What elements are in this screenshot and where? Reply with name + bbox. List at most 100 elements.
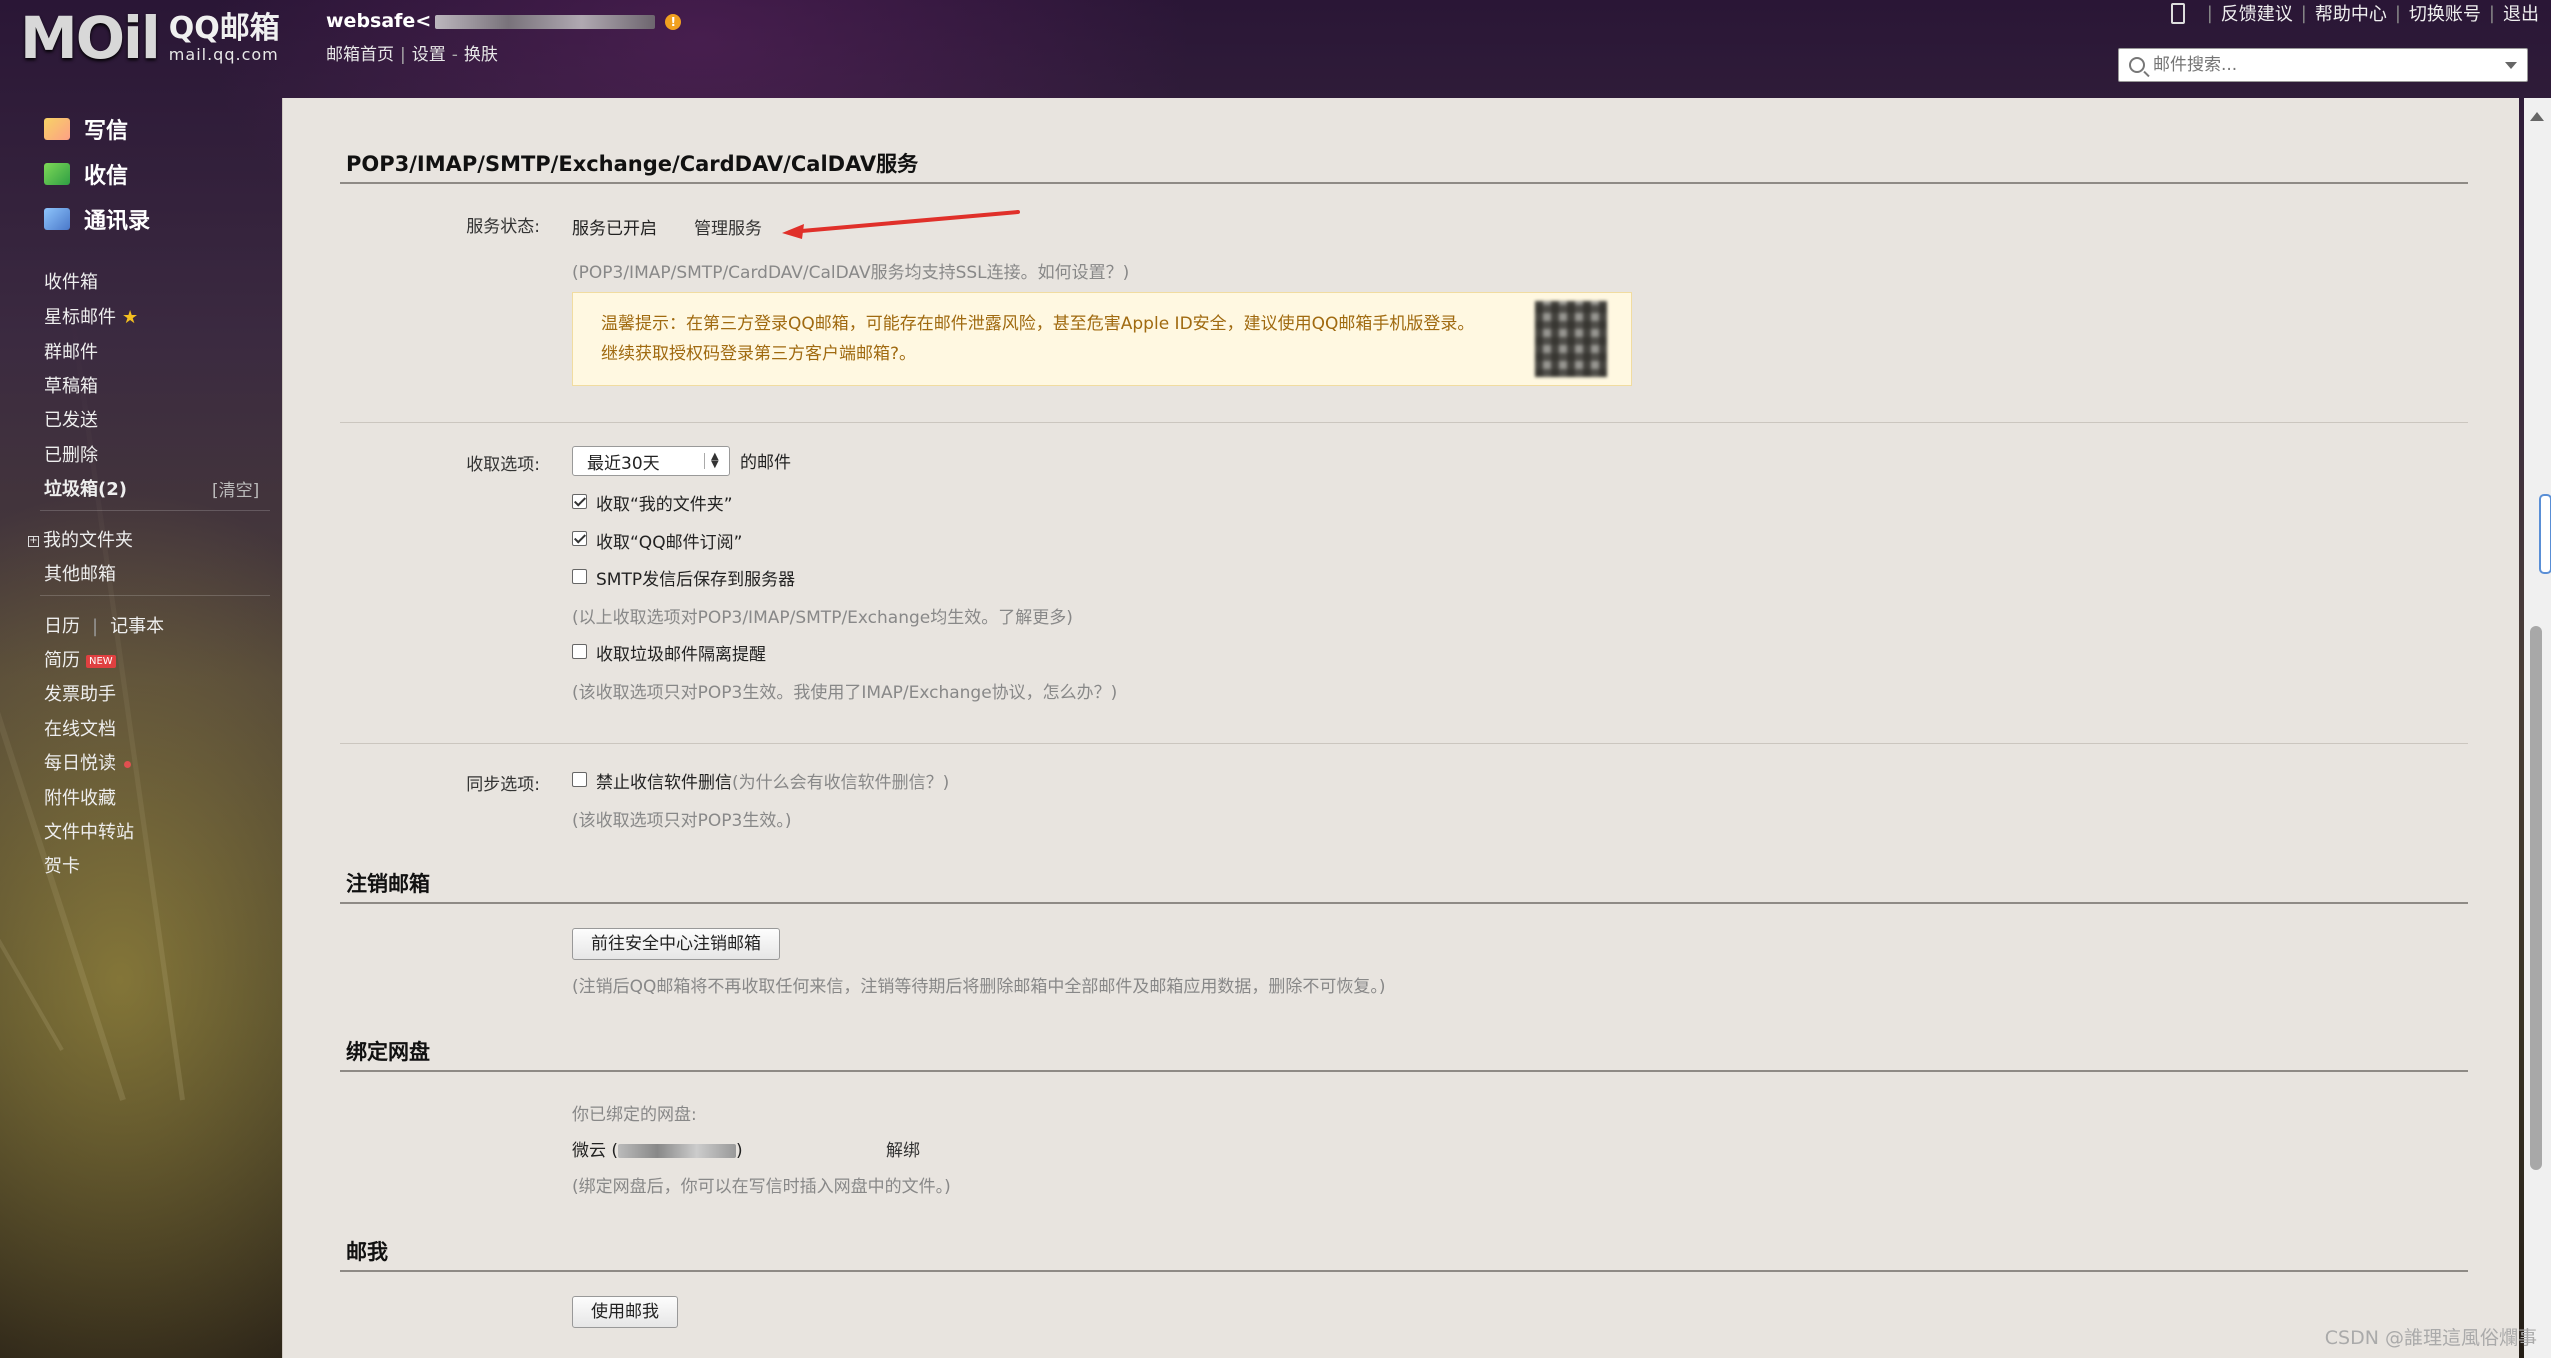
expand-icon[interactable]: + <box>28 535 39 547</box>
link-switch-account[interactable]: 切换账号 <box>2409 0 2481 26</box>
account-name: websafe<! <box>326 10 682 32</box>
content-panel <box>282 98 2519 1358</box>
warning-icon[interactable]: ! <box>665 13 682 30</box>
sidebar-contacts[interactable]: 通讯录 <box>44 203 150 235</box>
sidebar-item-deleted[interactable]: 已删除 <box>44 441 98 467</box>
sidebar-item-invoice[interactable]: 发票助手 <box>44 680 116 706</box>
option-my-folders-label: 收取“我的文件夹” <box>596 495 733 515</box>
mail-search[interactable] <box>2118 48 2528 82</box>
sync-options-label: 同步选项: <box>466 775 540 795</box>
brand-name: QQ邮箱 <box>168 11 280 46</box>
contacts-icon <box>44 208 70 230</box>
divider <box>340 422 2468 423</box>
receive-note-1: (以上收取选项对POP3/IMAP/SMTP/Exchange均生效。了解更多) <box>572 608 1073 628</box>
sidebar-item-inbox[interactable]: 收件箱 <box>44 268 98 294</box>
link-mail-home[interactable]: 邮箱首页 <box>326 45 394 65</box>
divider <box>40 595 270 596</box>
clear-trash-link[interactable]: [清空] <box>212 476 259 501</box>
sync-why-link[interactable]: (为什么会有收信软件删信？) <box>732 773 949 793</box>
download-icon <box>44 163 70 185</box>
unread-dot <box>124 760 131 768</box>
cancel-note: (注销后QQ邮箱将不再收取任何来信，注销等待期后将删除邮箱中全部邮件及邮箱应用数… <box>572 977 1386 997</box>
option-spam-label: 收取垃圾邮件隔离提醒 <box>596 645 766 665</box>
divider <box>340 743 2468 744</box>
sidebar-item-group[interactable]: 群邮件 <box>44 338 98 364</box>
top-right-links: | 反馈建议 | 帮助中心 | 切换账号 | 退出 <box>2170 0 2539 26</box>
use-mailme-button[interactable]: 使用邮我 <box>572 1296 678 1328</box>
section-rule <box>340 1070 2468 1072</box>
sidebar-receive[interactable]: 收信 <box>44 158 128 190</box>
section-rule <box>340 182 2468 184</box>
service-status-value: 服务已开启 <box>572 219 657 239</box>
brand-domain: mail.qq.com <box>168 45 279 64</box>
sidebar-item-my-folders[interactable]: + 我的文件夹 <box>28 526 133 552</box>
ssl-note: (POP3/IMAP/SMTP/CardDAV/CalDAV服务均支持SSL连接… <box>572 263 1130 283</box>
section-title-pop: POP3/IMAP/SMTP/Exchange/CardDAV/CalDAV服务 <box>346 152 919 176</box>
sidebar-item-trash[interactable]: 垃圾箱(2) <box>44 475 127 501</box>
chevron-down-icon[interactable] <box>2505 61 2517 69</box>
header: MOil QQ邮箱 mail.qq.com websafe<! 邮箱首页 | 设置 -… <box>0 0 2551 90</box>
link-skin[interactable]: 换肤 <box>464 45 498 65</box>
option-subscribe-label: 收取“QQ邮件订阅” <box>596 533 743 553</box>
phone-icon[interactable] <box>2170 2 2185 24</box>
sidebar-calendar-notes: 日历 | 记事本 <box>44 616 165 637</box>
receive-options-label: 收取选项: <box>466 455 540 475</box>
qr-code-icon <box>1535 301 1607 377</box>
header-links: 邮箱首页 | 设置 - 换肤 <box>326 45 498 65</box>
side-scroll-handle[interactable] <box>2539 494 2551 574</box>
option-smtp-save-label: SMTP发信后保存到服务器 <box>596 570 796 590</box>
disk-unbind-link[interactable]: 解绑 <box>886 1136 920 1161</box>
sidebar-item-file-transfer[interactable]: 文件中转站 <box>44 818 134 844</box>
new-badge: NEW <box>86 654 116 668</box>
section-rule <box>340 902 2468 904</box>
link-feedback[interactable]: 反馈建议 <box>2221 0 2293 26</box>
sidebar-item-daily-read[interactable]: 每日悦读 <box>44 749 131 775</box>
divider <box>40 510 270 511</box>
sidebar-item-cards[interactable]: 贺卡 <box>44 852 80 878</box>
tip-line-1: 温馨提示：在第三方登录QQ邮箱，可能存在邮件泄露风险，甚至危害Apple ID安… <box>601 314 1475 334</box>
sidebar-item-docs[interactable]: 在线文档 <box>44 715 116 741</box>
manage-service-link[interactable]: 管理服务 <box>694 214 762 239</box>
option-sync-label: 禁止收信软件删信(为什么会有收信软件删信？) <box>596 773 950 793</box>
checkbox-subscribe[interactable] <box>572 531 587 546</box>
sidebar-compose[interactable]: 写信 <box>44 113 128 145</box>
checkbox-my-folders[interactable] <box>572 494 587 509</box>
sidebar-item-resume[interactable]: 简历 NEW <box>44 646 116 672</box>
warning-tip: 温馨提示：在第三方登录QQ邮箱，可能存在邮件泄露风险，甚至危害Apple ID安… <box>572 292 1632 386</box>
receive-range-suffix: 的邮件 <box>740 453 791 473</box>
scrollbar-thumb[interactable] <box>2530 626 2542 1170</box>
logo[interactable]: MOil QQ邮箱 mail.qq.com <box>20 4 280 72</box>
cancel-mailbox-button[interactable]: 前往安全中心注销邮箱 <box>572 928 780 960</box>
watermark: CSDN @誰理這風俗爛事 <box>2324 1327 2537 1349</box>
tip-line-2[interactable]: 继续获取授权码登录第三方客户端邮箱?。 <box>601 339 916 364</box>
checkbox-spam[interactable] <box>572 644 587 659</box>
section-rule <box>340 1270 2468 1272</box>
scroll-up-icon[interactable] <box>2530 112 2544 121</box>
section-title-disk: 绑定网盘 <box>346 1040 430 1064</box>
link-settings[interactable]: 设置 <box>412 45 446 65</box>
receive-range-select[interactable]: 最近30天 ▲ ▼ <box>572 446 730 476</box>
sidebar-item-starred[interactable]: 星标邮件 ★ <box>44 303 138 329</box>
link-logout[interactable]: 退出 <box>2503 0 2539 26</box>
search-input[interactable] <box>2151 54 2505 76</box>
red-arrow-annotation <box>782 210 1020 239</box>
sidebar-item-drafts[interactable]: 草稿箱 <box>44 372 98 398</box>
sidebar-item-notes[interactable]: 记事本 <box>110 616 164 637</box>
select-arrow-icon: ▲ ▼ <box>704 452 721 470</box>
service-status-label: 服务状态: <box>466 217 540 237</box>
disk-note: (绑定网盘后，你可以在写信时插入网盘中的文件。) <box>572 1177 951 1197</box>
section-title-cancel: 注销邮箱 <box>346 872 430 896</box>
link-help[interactable]: 帮助中心 <box>2315 0 2387 26</box>
sidebar-item-attachments[interactable]: 附件收藏 <box>44 784 116 810</box>
checkbox-smtp-save[interactable] <box>572 569 587 584</box>
sidebar-item-calendar[interactable]: 日历 <box>44 616 80 637</box>
logo-mark: MOil <box>20 4 161 72</box>
masked-account <box>435 14 656 29</box>
checkbox-sync[interactable] <box>572 772 587 787</box>
receive-note-2: (该收取选项只对POP3生效。我使用了IMAP/Exchange协议，怎么办？) <box>572 683 1118 703</box>
disk-name: 微云 () <box>572 1141 743 1161</box>
compose-icon <box>44 118 70 140</box>
sidebar: 写信 收信 通讯录 收件箱 星标邮件 ★ 群邮件 草稿箱 已发送 已删除 垃圾箱(… <box>0 100 280 1358</box>
sidebar-item-other-mailbox[interactable]: 其他邮箱 <box>44 560 116 586</box>
sidebar-item-sent[interactable]: 已发送 <box>44 406 98 432</box>
